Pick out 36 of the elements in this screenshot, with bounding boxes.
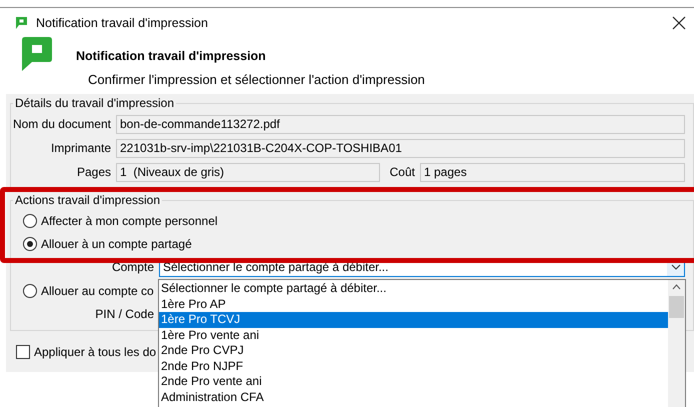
- dropdown-option[interactable]: 2nde Pro CVPJ: [159, 343, 668, 358]
- close-icon[interactable]: [672, 16, 686, 30]
- group-legend: Détails du travail d'impression: [13, 96, 176, 110]
- dropdown-option[interactable]: 1ère Pro vente ani: [159, 328, 668, 343]
- field-label: Nom du document: [12, 117, 112, 131]
- dropdown-option[interactable]: 1ère Pro TCVJ: [159, 312, 668, 328]
- app-logo-icon: [16, 16, 27, 28]
- readonly-field: bon-de-commande113272.pdf: [116, 114, 685, 134]
- radio-label: Allouer à un compte partagé: [41, 236, 192, 250]
- dropdown-option[interactable]: Sélectionner le compte partagé à débiter...: [159, 281, 668, 296]
- radio-button[interactable]: [23, 284, 37, 298]
- field-label: PIN / Code: [94, 307, 155, 321]
- field-label: Pages: [76, 165, 112, 179]
- checkbox[interactable]: [16, 345, 30, 359]
- radio-label: Allouer au compte co: [41, 284, 154, 298]
- scrollbar[interactable]: [668, 280, 685, 407]
- dialog-subtitle: Confirmer l'impression et sélectionner l'action d'impression: [88, 72, 425, 87]
- dropdown-option[interactable]: Administration CFA: [159, 390, 668, 405]
- dropdown-option[interactable]: 2nde Pro NJPF: [159, 358, 668, 374]
- radio-label: Affecter à mon compte personnel: [41, 214, 218, 228]
- window-title: Notification travail d'impression: [36, 16, 209, 30]
- checkbox-label: Appliquer à tous les do: [34, 345, 156, 359]
- app-logo-icon: [22, 37, 52, 71]
- radio-button[interactable]: [23, 236, 37, 250]
- readonly-field: 1 (Niveaux de gris): [116, 162, 380, 182]
- readonly-field: 1 pages: [420, 162, 685, 182]
- dropdown-option[interactable]: 1ère Pro AP: [159, 296, 668, 312]
- readonly-field: 221031b-srv-imp\221031B-C204X-COP-TOSHIBA01: [116, 138, 685, 158]
- dropdown-option[interactable]: 2nde Pro vente ani: [159, 374, 668, 390]
- field-label: Imprimante: [50, 141, 112, 155]
- field-label: Compte: [110, 260, 155, 274]
- field-label: Coût: [388, 165, 416, 179]
- scroll-thumb[interactable]: [669, 296, 684, 318]
- group-legend: Actions travail d'impression: [13, 193, 162, 207]
- dialog-heading: Notification travail d'impression: [76, 49, 267, 63]
- radio-button[interactable]: [23, 214, 37, 228]
